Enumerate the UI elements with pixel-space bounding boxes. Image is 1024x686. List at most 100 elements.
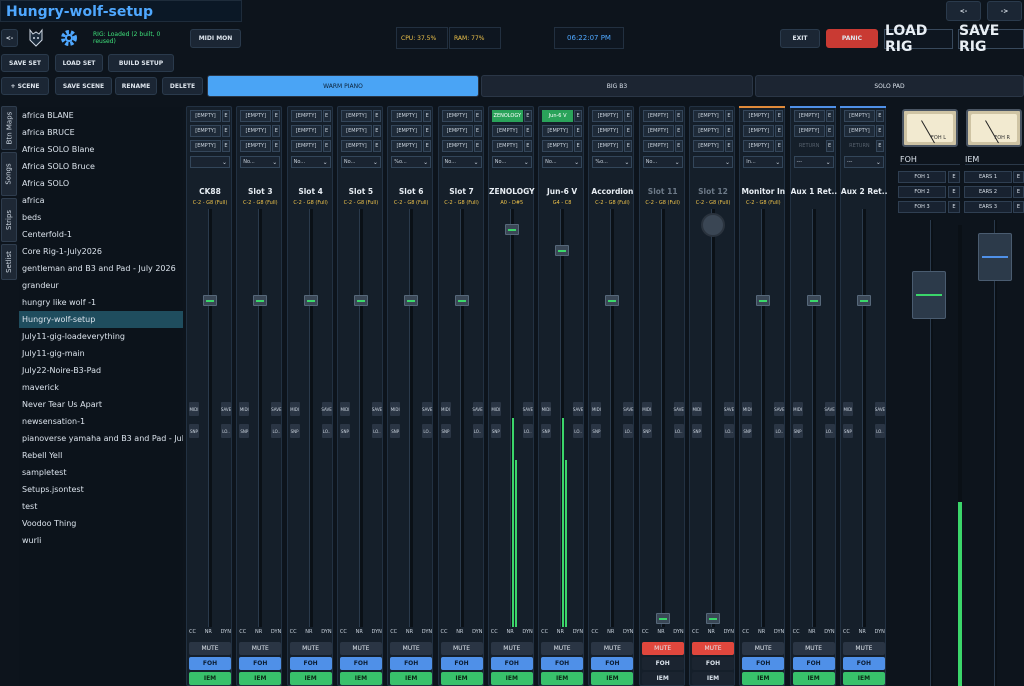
load-button[interactable]: LO.. — [271, 424, 282, 438]
channel-select[interactable]: No... ⌄ — [441, 156, 482, 168]
load-button[interactable]: LO.. — [573, 424, 584, 438]
song-item[interactable]: test — [19, 498, 183, 515]
plugin-slot-name[interactable]: [EMPTY] — [693, 110, 724, 122]
nr-toggle[interactable]: NR — [607, 629, 614, 637]
plugin-slot-name[interactable]: [EMPTY] — [693, 125, 724, 137]
mute-button[interactable]: MUTE — [541, 642, 584, 655]
snapshot-button[interactable]: SNP — [792, 424, 803, 438]
plugin-slot-name[interactable]: [EMPTY] — [743, 125, 775, 137]
foh-send-button[interactable]: FOH — [541, 657, 584, 670]
foh-send-button[interactable]: FOH — [289, 657, 332, 670]
song-item[interactable]: grandeur — [19, 277, 183, 294]
load-set-button[interactable]: LOAD SET — [55, 54, 103, 72]
mute-button[interactable]: MUTE — [390, 642, 433, 655]
iem-send-button[interactable]: IEM — [490, 672, 533, 685]
plugin-slot-name[interactable]: [EMPTY] — [240, 125, 272, 137]
midi-button[interactable]: MIDI — [390, 402, 401, 416]
plugin-slot-name[interactable]: [EMPTY] — [290, 125, 322, 137]
iem-send-button[interactable]: IEM — [692, 672, 734, 685]
plugin-slot-name[interactable]: [EMPTY] — [491, 140, 523, 152]
plugin-edit-button[interactable]: E — [875, 110, 884, 122]
iem-send-button[interactable]: IEM — [641, 672, 684, 685]
dyn-toggle[interactable]: DYN — [824, 629, 834, 637]
load-button[interactable]: LO.. — [371, 424, 382, 438]
foh-master-fader[interactable] — [912, 270, 946, 319]
song-item[interactable]: africa — [19, 192, 183, 209]
mute-button[interactable]: MUTE — [339, 642, 382, 655]
plugin-slot-name[interactable]: [EMPTY] — [441, 140, 473, 152]
song-item[interactable]: Voodoo Thing — [19, 515, 183, 532]
channel-fader[interactable] — [605, 294, 620, 306]
snapshot-button[interactable]: SNP — [490, 424, 501, 438]
load-button[interactable]: LO.. — [422, 424, 433, 438]
plugin-edit-button[interactable]: E — [523, 110, 532, 122]
nr-toggle[interactable]: NR — [657, 629, 664, 637]
song-item[interactable]: July11-gig-main — [19, 345, 183, 362]
save-button[interactable]: SAVE — [774, 402, 784, 416]
midi-button[interactable]: MIDI — [541, 402, 552, 416]
plugin-slot-name[interactable]: [EMPTY] — [190, 125, 221, 137]
midi-button[interactable]: MIDI — [339, 402, 350, 416]
channel-select[interactable]: No... ⌄ — [340, 156, 381, 168]
plugin-slot-name[interactable]: [EMPTY] — [642, 110, 674, 122]
midi-button[interactable]: MIDI — [289, 402, 300, 416]
load-button[interactable]: LO.. — [472, 424, 483, 438]
save-button[interactable]: SAVE — [221, 402, 231, 416]
save-button[interactable]: SAVE — [824, 402, 835, 416]
snapshot-button[interactable]: SNP — [339, 424, 350, 438]
iem-bus-button[interactable]: EARS 3 — [964, 201, 1012, 213]
plugin-edit-button[interactable]: E — [725, 125, 733, 137]
dyn-toggle[interactable]: DYN — [372, 629, 382, 637]
plugin-slot-name[interactable]: [EMPTY] — [391, 140, 423, 152]
channel-select[interactable]: In... ⌄ — [743, 156, 784, 168]
load-button[interactable]: LO.. — [774, 424, 785, 438]
settings-gear-icon[interactable] — [59, 28, 79, 48]
midi-button[interactable]: MIDI — [692, 402, 702, 416]
foh-send-button[interactable]: FOH — [641, 657, 684, 670]
channel-fader[interactable] — [404, 294, 419, 306]
plugin-slot-name[interactable]: [EMPTY] — [592, 140, 624, 152]
midi-button[interactable]: MIDI — [742, 402, 753, 416]
midi-button[interactable]: MIDI — [591, 402, 602, 416]
channel-fader[interactable] — [756, 294, 771, 306]
save-button[interactable]: SAVE — [674, 402, 684, 416]
plugin-edit-button[interactable]: E — [473, 110, 482, 122]
cc-toggle[interactable]: CC — [239, 629, 246, 637]
plugin-edit-button[interactable]: E — [322, 140, 331, 152]
delete-scene-button[interactable]: DELETE — [162, 77, 203, 95]
snapshot-button[interactable]: SNP — [390, 424, 401, 438]
foh-send-button[interactable]: FOH — [490, 657, 533, 670]
channel-fader[interactable] — [806, 294, 821, 306]
midi-button[interactable]: MIDI — [490, 402, 501, 416]
iem-send-button[interactable]: IEM — [440, 672, 483, 685]
plugin-edit-button[interactable]: E — [624, 125, 633, 137]
snapshot-button[interactable]: SNP — [842, 424, 853, 438]
iem-send-button[interactable]: IEM — [390, 672, 433, 685]
channel-select[interactable]: No... ⌄ — [642, 156, 683, 168]
plugin-slot-name[interactable]: [EMPTY] — [290, 140, 322, 152]
load-button[interactable]: LO.. — [623, 424, 634, 438]
nr-toggle[interactable]: NR — [305, 629, 312, 637]
iem-send-button[interactable]: IEM — [541, 672, 584, 685]
save-button[interactable]: SAVE — [623, 402, 634, 416]
bus-edit-button[interactable]: E — [948, 186, 960, 198]
load-button[interactable]: LO.. — [673, 424, 684, 438]
song-item[interactable]: wurli — [19, 532, 183, 549]
midi-button[interactable]: MIDI — [842, 402, 853, 416]
song-item[interactable]: Never Tear Us Apart — [19, 396, 183, 413]
plugin-edit-button[interactable]: E — [322, 110, 331, 122]
plugin-slot-name[interactable]: [EMPTY] — [340, 125, 372, 137]
nr-toggle[interactable]: NR — [859, 629, 866, 637]
midi-button[interactable]: MIDI — [440, 402, 451, 416]
song-item[interactable]: Africa SOLO Blane — [19, 141, 183, 158]
iem-send-button[interactable]: IEM — [289, 672, 332, 685]
dyn-toggle[interactable]: DYN — [875, 629, 885, 637]
cc-toggle[interactable]: CC — [390, 629, 397, 637]
cc-toggle[interactable]: CC — [742, 629, 749, 637]
save-button[interactable]: SAVE — [573, 402, 583, 416]
channel-select[interactable]: --- ⌄ — [843, 156, 884, 168]
save-button[interactable]: SAVE — [875, 402, 885, 416]
iem-bus-button[interactable]: EARS 1 — [964, 171, 1012, 183]
cc-toggle[interactable]: CC — [290, 629, 297, 637]
plugin-edit-button[interactable]: E — [222, 125, 230, 137]
